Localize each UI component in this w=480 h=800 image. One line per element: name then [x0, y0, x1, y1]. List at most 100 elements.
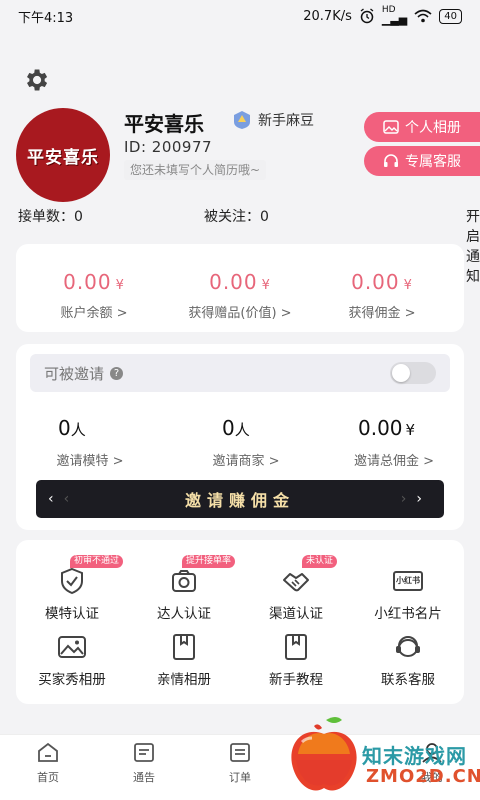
- service-label: 亲情相册: [157, 672, 211, 688]
- camera-icon: [172, 570, 196, 592]
- status-badge: 未认证: [302, 555, 338, 568]
- invited-models-value: 0: [58, 416, 71, 440]
- shield-icon: [61, 567, 83, 595]
- dedicated-service-label: 专属客服: [405, 154, 461, 170]
- dedicated-service-button[interactable]: 专属客服: [364, 146, 480, 176]
- invited-models-label: 邀请模特 >: [56, 454, 124, 469]
- service-label: 模特认证: [45, 606, 99, 622]
- invite-earn-label: 邀请赚佣金: [184, 491, 295, 510]
- model-certification[interactable]: 初审不通过 模特认证: [16, 555, 128, 622]
- chevron-left-icon: ‹‹: [48, 491, 80, 507]
- invite-card: 可被邀请 ? 0人 邀请模特 > 0人 邀请商家 > 0.00 ¥ 邀请总佣金 >…: [16, 344, 464, 530]
- chevron-right-icon: ››: [400, 491, 432, 507]
- avatar[interactable]: 平安喜乐: [16, 108, 110, 202]
- level-badge-icon: [234, 111, 250, 129]
- orders-count: 接单数：0: [18, 209, 83, 225]
- status-badge: 提升接单率: [182, 555, 236, 568]
- stats-row: 接单数：0 被关注：0 开启通知 ›: [18, 206, 480, 285]
- service-label: 渠道认证: [269, 606, 323, 622]
- unit-label: 人: [70, 421, 86, 439]
- commission-label: 获得佣金 >: [348, 306, 416, 321]
- personal-album-label: 个人相册: [405, 120, 461, 136]
- apple-logo-icon: [291, 717, 357, 791]
- service-label: 买家秀相册: [38, 672, 106, 688]
- xiaohongshu-icon: 小红书: [393, 571, 423, 591]
- invitable-label: 可被邀请: [44, 364, 105, 383]
- image-icon: [383, 120, 399, 134]
- invited-merchants[interactable]: 0人 邀请商家 >: [176, 416, 316, 469]
- commission-value: 0.00: [351, 270, 400, 294]
- followers-count: 被关注：0: [204, 209, 269, 225]
- home-icon: [38, 742, 58, 762]
- channel-certification[interactable]: 未认证 渠道认证: [240, 555, 352, 622]
- level-badge-label: 新手麻豆: [258, 113, 314, 129]
- gift-value-value: 0.00: [209, 270, 258, 294]
- network-speed: 20.7K/s: [303, 8, 352, 24]
- nav-notice[interactable]: 通告: [114, 741, 174, 785]
- battery-icon: 40: [439, 8, 462, 24]
- account-balance-label: 账户余额 >: [60, 306, 128, 321]
- invited-merchants-label: 邀请商家 >: [212, 454, 280, 469]
- nav-home[interactable]: 首页: [18, 741, 78, 785]
- avatar-text: 平安喜乐: [27, 147, 99, 168]
- chevron-right-icon: ›: [466, 206, 472, 222]
- bio-placeholder[interactable]: 您还未填写个人简历哦~: [124, 160, 267, 180]
- influencer-certification[interactable]: 提升接单率 达人认证: [128, 555, 240, 622]
- currency-symbol: ¥: [261, 278, 271, 293]
- invitable-toggle[interactable]: [390, 362, 436, 384]
- status-bar: 下午4:13 20.7K/s HD ▁▃▅ 40: [0, 0, 480, 32]
- gear-icon[interactable]: [22, 66, 50, 94]
- status-time: 下午4:13: [18, 10, 74, 26]
- profile-id: ID: 200977: [124, 138, 213, 156]
- status-badge: 初审不通过: [70, 555, 124, 568]
- help-icon[interactable]: ?: [110, 366, 124, 380]
- invite-commission-value: 0.00: [358, 416, 403, 440]
- currency-symbol: ¥: [115, 278, 125, 293]
- level-badge: 新手麻豆: [232, 110, 314, 130]
- image-icon: [58, 636, 86, 658]
- handshake-icon: [283, 573, 309, 592]
- invite-total-commission[interactable]: 0.00 ¥ 邀请总佣金 >: [324, 416, 464, 469]
- account-balance-value: 0.00: [63, 270, 112, 294]
- headset-icon: [384, 154, 398, 167]
- notice-icon: [134, 743, 154, 762]
- profile-name: 平安喜乐: [124, 112, 204, 136]
- gift-value[interactable]: 0.00 ¥ 获得赠品(价值) >: [170, 270, 310, 321]
- contact-support[interactable]: 联系客服: [352, 632, 464, 688]
- currency-symbol: ¥: [403, 278, 413, 293]
- headset-icon: [396, 636, 420, 657]
- invitable-row: 可被邀请 ?: [30, 354, 450, 392]
- service-label: 小红书名片: [374, 606, 442, 622]
- watermark-line1: 知末游戏网: [362, 744, 467, 768]
- unit-label: 人: [234, 421, 250, 439]
- invited-models[interactable]: 0人 邀请模特 >: [20, 416, 160, 469]
- alarm-icon: [360, 8, 374, 24]
- gift-value-label: 获得赠品(价值) >: [188, 306, 292, 321]
- nav-notice-label: 通告: [133, 771, 155, 784]
- tutorial-icon: [285, 634, 307, 660]
- services-card: 初审不通过 模特认证 提升接单率 达人认证 未认证 渠道认证 小红书 小红书名片: [16, 540, 464, 704]
- service-label: 新手教程: [269, 672, 323, 688]
- invite-commission-label: 邀请总佣金 >: [353, 454, 435, 469]
- service-label: 达人认证: [157, 606, 211, 622]
- account-balance[interactable]: 0.00 ¥ 账户余额 >: [24, 270, 164, 321]
- personal-album-button[interactable]: 个人相册: [364, 112, 480, 142]
- wallet-card: 0.00 ¥ 账户余额 > 0.00 ¥ 获得赠品(价值) > 0.00 ¥ 获得佣金…: [16, 244, 464, 332]
- nav-orders[interactable]: 订单: [210, 741, 270, 785]
- beginner-tutorial[interactable]: 新手教程: [240, 632, 352, 688]
- invited-merchants-value: 0: [222, 416, 235, 440]
- commission[interactable]: 0.00 ¥ 获得佣金 >: [312, 270, 452, 321]
- hd-signal-icon: HD ▁▃▅: [381, 5, 408, 26]
- watermark-line2: ZMO2D.CN: [366, 766, 480, 787]
- invite-earn-button[interactable]: ‹‹ 邀请赚佣金 ››: [36, 480, 444, 518]
- nav-orders-label: 订单: [229, 771, 251, 784]
- album-icon: [173, 634, 195, 660]
- service-label: 联系客服: [381, 672, 435, 688]
- site-watermark: 知末游戏网 ZMO2D.CN: [282, 712, 480, 800]
- buyer-show-album[interactable]: 买家秀相册: [16, 632, 128, 688]
- xiaohongshu-card[interactable]: 小红书 小红书名片: [352, 566, 464, 622]
- wifi-icon: [414, 9, 432, 23]
- orders-icon: [230, 743, 250, 762]
- family-album[interactable]: 亲情相册: [128, 632, 240, 688]
- nav-home-label: 首页: [37, 771, 59, 784]
